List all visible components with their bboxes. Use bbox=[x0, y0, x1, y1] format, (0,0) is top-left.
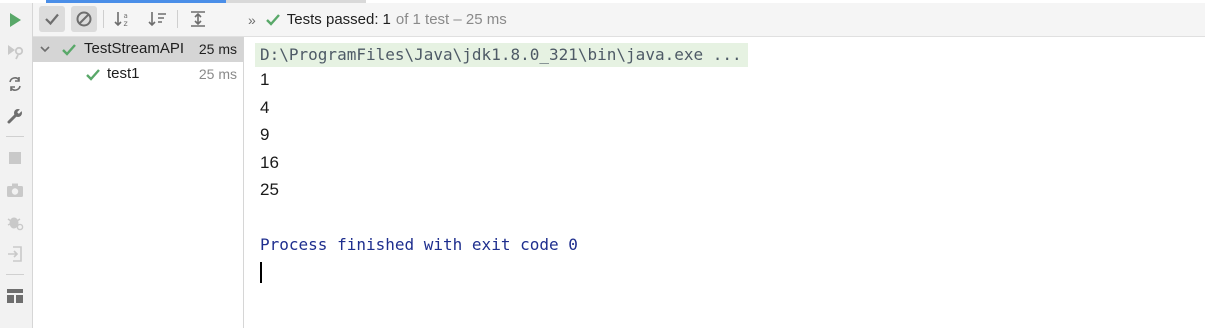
output-line: 1 bbox=[260, 70, 270, 89]
tree-node-label: test1 bbox=[107, 65, 140, 82]
expand-all-button[interactable] bbox=[185, 6, 211, 32]
test-results-tree: TestStreamAPI 25 ms test1 25 ms bbox=[33, 37, 244, 328]
passed-check-icon bbox=[62, 44, 76, 56]
output-line: 9 bbox=[260, 125, 270, 144]
tree-node-label: TestStreamAPI bbox=[84, 40, 185, 57]
camera-icon[interactable] bbox=[4, 179, 26, 201]
output-line: 4 bbox=[260, 98, 270, 117]
status-count: 1 bbox=[382, 11, 391, 28]
tree-node-duration: 25 ms bbox=[198, 41, 237, 57]
show-ignored-button[interactable] bbox=[71, 6, 97, 32]
output-line: 25 bbox=[260, 180, 279, 199]
command-line[interactable]: D:\ProgramFiles\Java\jdk1.8.0_321\bin\ja… bbox=[255, 43, 748, 67]
sort-by-duration-icon bbox=[148, 12, 166, 27]
run-icon[interactable] bbox=[4, 9, 26, 31]
more-actions-chevron[interactable]: » bbox=[248, 12, 256, 28]
toolbar-divider bbox=[177, 10, 178, 28]
debug-settings-icon[interactable] bbox=[4, 211, 26, 233]
status-label: Tests passed: bbox=[286, 11, 379, 28]
test-status: » Tests passed: 1 of 1 test – 25 ms bbox=[248, 3, 507, 36]
run-tool-window: a z » Tests passed: 1 of 1 test – 25 ms … bbox=[0, 0, 1205, 328]
tree-node-duration: 25 ms bbox=[198, 66, 237, 82]
strip-divider bbox=[6, 136, 24, 137]
cancel-icon bbox=[76, 11, 92, 27]
test-runner-toolbar: a z » Tests passed: 1 of 1 test – 25 ms bbox=[33, 3, 1205, 37]
tree-node-test[interactable]: test1 25 ms bbox=[33, 62, 243, 87]
exit-icon[interactable] bbox=[4, 243, 26, 265]
expand-all-icon bbox=[191, 11, 205, 27]
checkmark-icon bbox=[45, 13, 59, 26]
status-summary: of 1 test – 25 ms bbox=[395, 11, 507, 28]
sort-alphabetically-icon: a z bbox=[114, 12, 128, 28]
console-output[interactable]: D:\ProgramFiles\Java\jdk1.8.0_321\bin\ja… bbox=[244, 37, 1205, 328]
sort-alphabetically-button[interactable]: a z bbox=[111, 6, 137, 32]
text-caret bbox=[260, 262, 262, 283]
sort-by-duration-button[interactable] bbox=[145, 6, 171, 32]
svg-text:z: z bbox=[124, 19, 128, 28]
chevron-down-icon[interactable] bbox=[39, 43, 51, 55]
toggle-auto-test-icon[interactable] bbox=[4, 73, 26, 95]
passed-check-icon bbox=[265, 13, 281, 27]
wrench-icon[interactable] bbox=[4, 105, 26, 127]
rerun-failed-icon[interactable] bbox=[4, 41, 26, 63]
toolbar-divider bbox=[103, 10, 104, 28]
output-line: 16 bbox=[260, 153, 279, 172]
layout-icon[interactable] bbox=[4, 285, 26, 307]
show-passed-button[interactable] bbox=[39, 6, 65, 32]
passed-check-icon bbox=[86, 69, 100, 81]
tree-node-root[interactable]: TestStreamAPI 25 ms bbox=[33, 37, 243, 62]
stop-icon[interactable] bbox=[4, 147, 26, 169]
strip-divider bbox=[6, 274, 24, 275]
exit-message: Process finished with exit code 0 bbox=[260, 235, 578, 254]
left-action-strip bbox=[0, 3, 33, 328]
